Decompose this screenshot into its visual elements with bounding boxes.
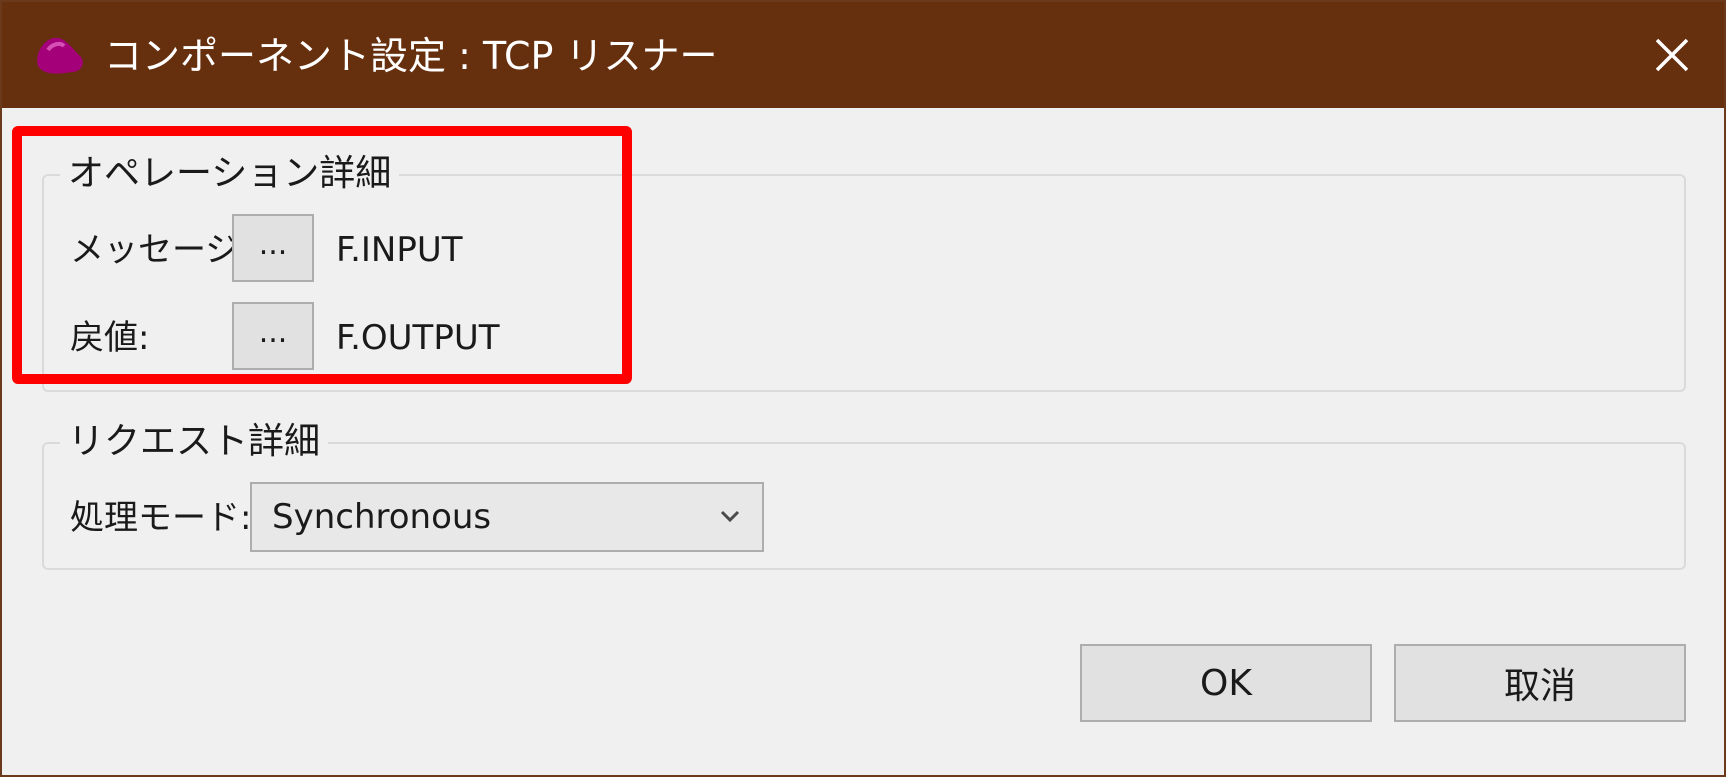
component-settings-dialog: コンポーネント設定 : TCP リスナー オペレーション詳細 メッセージ: ..…	[0, 0, 1726, 777]
window-title: コンポーネント設定 : TCP リスナー	[104, 34, 718, 78]
highlight-box	[12, 126, 632, 384]
processing-mode-select[interactable]: Synchronous	[250, 482, 764, 552]
close-button[interactable]	[1632, 24, 1712, 86]
processing-mode-selected: Synchronous	[272, 497, 492, 537]
request-details-legend: リクエスト詳細	[60, 420, 329, 464]
app-logo-icon	[37, 37, 83, 74]
close-icon	[1655, 38, 1689, 72]
processing-mode-label: 処理モード:	[70, 498, 252, 538]
ok-button[interactable]: OK	[1080, 644, 1372, 722]
chevron-down-icon	[720, 510, 740, 523]
cancel-button[interactable]: 取消	[1394, 644, 1686, 722]
title-bar: コンポーネント設定 : TCP リスナー	[2, 2, 1724, 108]
